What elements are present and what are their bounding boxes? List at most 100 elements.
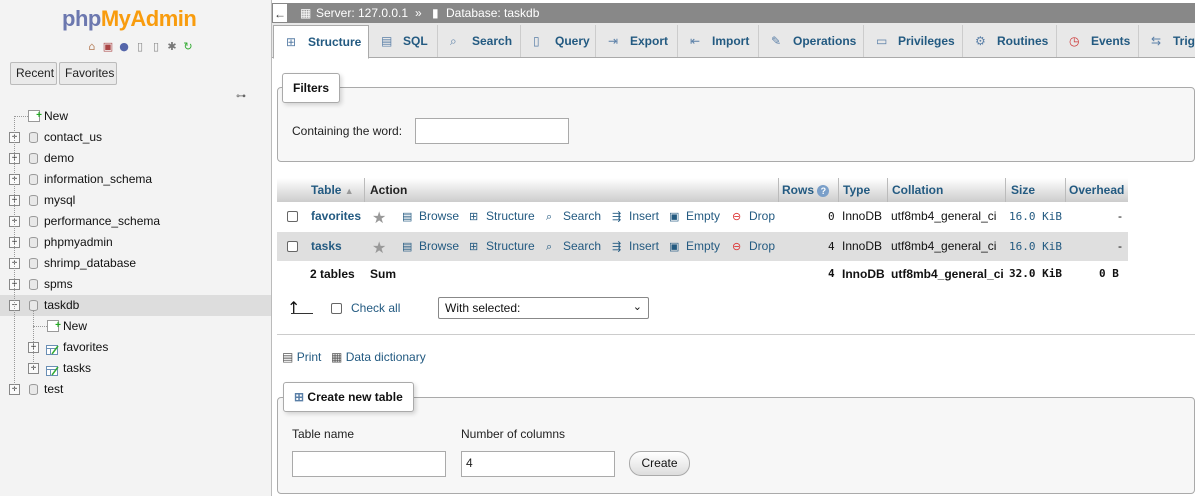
tab-privileges[interactable]: ▭ Privileges — [864, 25, 963, 57]
drop-icon: ⊖ — [732, 241, 742, 253]
tree-connector — [14, 116, 28, 117]
structure-action[interactable]: ⊞ Structure — [469, 232, 535, 262]
table-name-link[interactable]: favorites — [311, 202, 361, 231]
reload-icon[interactable]: ↻ — [181, 40, 195, 53]
row-checkbox[interactable] — [287, 211, 298, 222]
row-size[interactable]: 16.0 KiB — [1009, 232, 1062, 261]
header-type[interactable]: Type — [843, 178, 870, 202]
print-icon: ▤ — [282, 350, 294, 364]
tree-db-item[interactable]: + information_schema — [0, 169, 271, 190]
tab-label: Operations — [793, 34, 857, 48]
favorite-star-icon[interactable]: ★ — [372, 208, 386, 228]
tab-export[interactable]: ⇥ Export — [596, 25, 678, 57]
table-icon — [46, 342, 59, 355]
tree-db-item[interactable]: + performance_schema — [0, 211, 271, 232]
filter-containing-input[interactable] — [415, 118, 569, 144]
empty-action[interactable]: ▣ Empty — [669, 202, 720, 232]
tab-triggers[interactable]: ⇆ Trig — [1139, 25, 1195, 57]
action-label: Structure — [486, 239, 535, 253]
settings-icon[interactable]: ✱ — [165, 40, 179, 53]
structure-action[interactable]: ⊞ Structure — [469, 202, 535, 232]
tab-sql[interactable]: ▤ SQL — [369, 25, 438, 57]
tree-db-item[interactable]: + test — [0, 379, 271, 400]
docs-icon[interactable]: ▯ — [133, 40, 147, 53]
tab-structure[interactable]: ⊞ Structure — [273, 25, 369, 59]
tab-query[interactable]: ▯ Query — [521, 25, 596, 57]
header-table[interactable]: Table ▲ — [311, 178, 354, 203]
drop-action[interactable]: ⊖ Drop — [732, 202, 775, 232]
favorites-button[interactable]: Favorites — [59, 62, 117, 85]
database-icon — [29, 237, 38, 248]
empty-action[interactable]: ▣ Empty — [669, 232, 720, 262]
tree-db-item[interactable]: + shrimp_database — [0, 253, 271, 274]
breadcrumb-server[interactable]: Server: 127.0.0.1 — [316, 3, 408, 23]
browse-action[interactable]: ▤ Browse — [402, 202, 459, 232]
table-name-link[interactable]: tasks — [311, 232, 342, 261]
browse-action[interactable]: ▤ Browse — [402, 232, 459, 262]
tree-table-item[interactable]: + favorites — [0, 337, 271, 358]
print-link[interactable]: ▤ Print — [282, 350, 321, 364]
header-size[interactable]: Size — [1011, 178, 1035, 202]
insert-action[interactable]: ⇶ Insert — [612, 232, 659, 262]
link-with-main-icon[interactable]: ⊶ — [236, 91, 246, 102]
phpmyadmin-logo[interactable]: phpMyAdmin — [62, 6, 197, 32]
tree-item-label: shrimp_database — [44, 256, 137, 270]
database-icon — [29, 258, 38, 269]
tab-label: Privileges — [898, 34, 955, 48]
insert-action[interactable]: ⇶ Insert — [612, 202, 659, 232]
recent-button[interactable]: Recent — [10, 62, 57, 85]
search-action[interactable]: ⌕ Search — [546, 232, 601, 262]
create-button[interactable]: Create — [629, 451, 690, 476]
tree-db-item[interactable]: + demo — [0, 148, 271, 169]
header-rows-label: Rows — [782, 183, 815, 197]
tab-search[interactable]: ⌕ Search — [438, 25, 521, 57]
create-table-legend-label: Create new table — [307, 390, 403, 404]
tree-db-item[interactable]: + contact_us — [0, 127, 271, 148]
help-icon[interactable]: ● — [117, 40, 131, 53]
tree-db-item[interactable]: + mysql — [0, 190, 271, 211]
action-label: Structure — [486, 209, 535, 223]
row-overhead: - — [1118, 239, 1122, 253]
search-action[interactable]: ⌕ Search — [546, 202, 601, 232]
tree-item-label: spms — [44, 277, 73, 291]
row-type: InnoDB — [842, 209, 883, 223]
row-checkbox[interactable] — [287, 241, 298, 252]
data-dictionary-link[interactable]: ▦ Data dictionary — [331, 350, 426, 364]
tab-import[interactable]: ⇤ Import — [678, 25, 759, 57]
check-all-label[interactable]: Check all — [351, 301, 400, 315]
drop-action[interactable]: ⊖ Drop — [732, 232, 775, 262]
search-icon: ⌕ — [546, 241, 553, 253]
tab-events[interactable]: ◷ Events — [1057, 25, 1139, 57]
action-label: Drop — [749, 239, 776, 253]
import-icon: ⇤ — [690, 34, 701, 48]
database-icon — [29, 174, 38, 185]
tab-routines[interactable]: ⚙ Routines — [963, 25, 1057, 57]
dictionary-icon: ▦ — [331, 350, 343, 364]
table-name-input[interactable] — [292, 451, 446, 477]
breadcrumb-database[interactable]: Database: taskdb — [446, 3, 539, 23]
with-selected-dropdown[interactable]: With selected: ⌄ — [438, 297, 649, 319]
collapse-nav-icon[interactable]: ← — [272, 3, 288, 23]
tree-new-item[interactable]: New — [0, 105, 271, 127]
insert-icon: ⇶ — [612, 211, 622, 223]
tree-db-item[interactable]: + spms — [0, 274, 271, 295]
tree-table-item[interactable]: + tasks — [0, 358, 271, 379]
logout-icon[interactable]: ▣ — [101, 40, 115, 53]
favorite-star-icon[interactable]: ★ — [372, 238, 386, 258]
header-overhead[interactable]: Overhead — [1069, 178, 1124, 202]
header-rows[interactable]: Rows ? — [782, 178, 830, 202]
home-icon[interactable]: ⌂ — [85, 40, 99, 53]
sql-docs-icon[interactable]: ▯ — [149, 40, 163, 53]
help-icon[interactable]: ? — [817, 185, 830, 197]
chevron-down-icon: ⌄ — [632, 301, 642, 313]
tree-db-item[interactable]: + phpmyadmin — [0, 232, 271, 253]
wrench-icon: ✎ — [771, 34, 782, 48]
columns-input[interactable]: 4 — [461, 451, 615, 477]
tree-new-item[interactable]: New — [0, 315, 271, 337]
check-all-checkbox[interactable] — [331, 303, 342, 314]
row-size[interactable]: 16.0 KiB — [1009, 202, 1062, 231]
tree-db-item[interactable]: − taskdb — [0, 295, 271, 316]
tab-operations[interactable]: ✎ Operations — [759, 25, 864, 57]
quick-icons: ⌂ ▣ ● ▯ ▯ ✱ ↻ — [85, 40, 195, 53]
header-collation[interactable]: Collation — [892, 178, 943, 202]
